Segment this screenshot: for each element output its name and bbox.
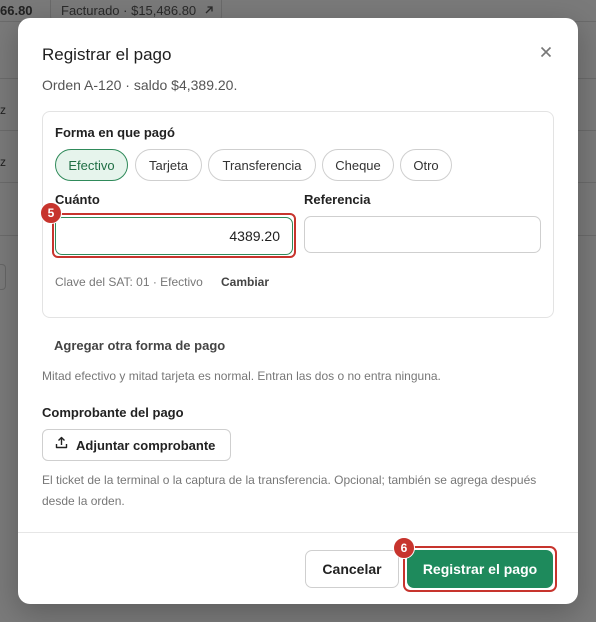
order-balance: Orden A-120 · saldo $4,389.20. bbox=[42, 77, 238, 93]
receipt-label: Comprobante del pago bbox=[42, 405, 184, 420]
reference-label: Referencia bbox=[304, 192, 371, 207]
background-row-mark: z bbox=[0, 103, 6, 117]
method-chip-tarjeta[interactable]: Tarjeta bbox=[135, 149, 202, 181]
footer-divider bbox=[18, 532, 578, 533]
payment-dialog: Registrar el pago Orden A-120 · saldo $4… bbox=[18, 18, 578, 604]
close-button[interactable] bbox=[536, 44, 556, 64]
close-icon bbox=[540, 45, 552, 63]
payment-method-label: Forma en que pagó bbox=[55, 125, 175, 140]
attach-receipt-label: Adjuntar comprobante bbox=[76, 437, 216, 453]
reference-input[interactable] bbox=[304, 216, 541, 253]
method-chip-cheque[interactable]: Cheque bbox=[322, 149, 394, 181]
split-payment-hint: Mitad efectivo y mitad tarjeta es normal… bbox=[42, 369, 441, 383]
cancel-button[interactable]: Cancelar bbox=[305, 550, 399, 588]
method-chip-otro[interactable]: Otro bbox=[400, 149, 452, 181]
attach-receipt-button[interactable]: Adjuntar comprobante bbox=[42, 429, 231, 461]
dialog-title: Registrar el pago bbox=[42, 45, 172, 64]
step-badge-6: 6 bbox=[393, 537, 415, 559]
method-chip-transferencia[interactable]: Transferencia bbox=[208, 149, 316, 181]
background-amount: 66.80 bbox=[0, 3, 33, 18]
upload-icon bbox=[55, 436, 68, 454]
amount-input[interactable] bbox=[55, 217, 293, 255]
attach-receipt-hint: El ticket de la terminal o la captura de… bbox=[42, 473, 537, 508]
background-row-mark: z bbox=[0, 155, 6, 169]
register-payment-button[interactable]: Registrar el pago bbox=[407, 550, 553, 588]
add-payment-method-link[interactable]: Agregar otra forma de pago bbox=[54, 338, 225, 353]
step-badge-5: 5 bbox=[40, 202, 62, 224]
background-control bbox=[0, 264, 6, 290]
background-pill-label: Facturado · $15,486.80 bbox=[61, 3, 197, 18]
change-sat-code-link[interactable]: Cambiar bbox=[221, 275, 269, 289]
sat-code-text: Clave del SAT: 01 · Efectivo bbox=[55, 275, 203, 289]
external-link-icon bbox=[204, 3, 214, 18]
method-chip-efectivo[interactable]: Efectivo bbox=[55, 149, 128, 181]
amount-label: Cuánto bbox=[55, 192, 100, 207]
